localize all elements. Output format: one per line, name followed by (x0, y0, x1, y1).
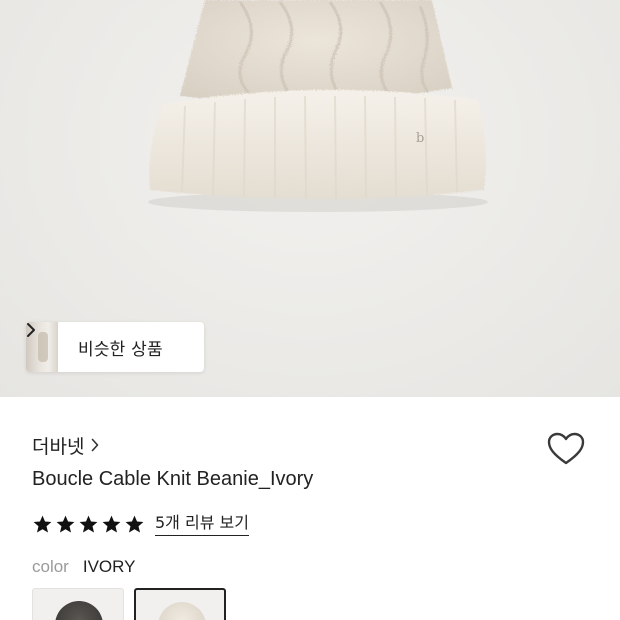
product-detail-page: b 비슷한 상품 더바넷 Boucle Cable Knit Beanie_Iv… (0, 0, 620, 620)
color-swatches (32, 588, 236, 620)
color-option-value: IVORY (82, 557, 136, 576)
star-rating (32, 514, 147, 535)
swatch-thumbnail (55, 601, 103, 620)
star-icon (33, 515, 52, 533)
rating-row: 5개 리뷰 보기 (32, 511, 249, 537)
svg-text:b: b (416, 131, 424, 146)
brand-link[interactable]: 더바넷 (32, 433, 99, 458)
star-icon (102, 515, 121, 533)
color-option: color IVORY (32, 557, 135, 577)
similar-products-button[interactable]: 비슷한 상품 (26, 322, 204, 372)
product-image[interactable]: b 비슷한 상품 (0, 0, 620, 397)
wishlist-button[interactable] (546, 431, 586, 467)
star-icon (56, 515, 75, 533)
brand-name: 더바넷 (32, 435, 85, 458)
color-swatch-dark[interactable] (32, 588, 124, 620)
color-swatch-ivory[interactable] (134, 588, 226, 620)
color-option-label: color (32, 557, 69, 576)
star-icon (125, 515, 144, 533)
view-reviews-link[interactable]: 5개 리뷰 보기 (155, 513, 249, 536)
chevron-right-icon (91, 438, 99, 452)
similar-products-label: 비슷한 상품 (78, 339, 163, 360)
swatch-thumbnail (158, 602, 206, 620)
heart-outline-icon (547, 432, 585, 465)
star-icon (79, 515, 98, 533)
product-title: Boucle Cable Knit Beanie_Ivory (32, 468, 314, 490)
product-info: 더바넷 Boucle Cable Knit Beanie_Ivory 5개 리뷰… (0, 397, 620, 620)
